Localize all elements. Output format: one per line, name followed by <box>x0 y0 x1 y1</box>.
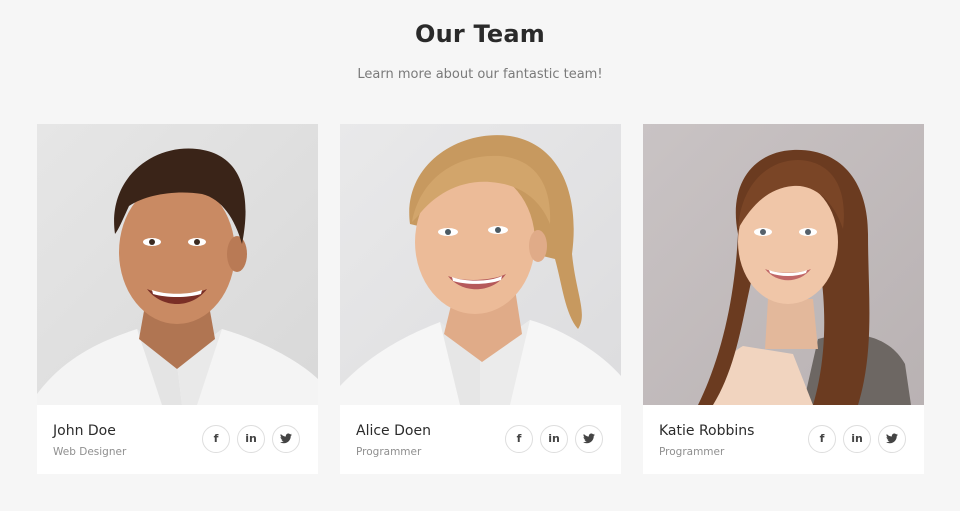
team-grid: John Doe Web Designer f in Alice Doen Pr… <box>37 124 924 474</box>
twitter-button[interactable] <box>878 425 906 453</box>
social-links: f in <box>808 425 908 455</box>
twitter-icon <box>879 426 905 452</box>
member-name: Alice Doen <box>356 423 431 439</box>
team-card-john-doe: John Doe Web Designer f in <box>37 124 318 474</box>
member-role: Web Designer <box>53 446 127 458</box>
facebook-button[interactable]: f <box>505 425 533 453</box>
team-card-katie-robbins: Katie Robbins Programmer f in <box>643 124 924 474</box>
member-role: Programmer <box>356 446 422 458</box>
member-photo <box>340 124 621 405</box>
linkedin-button[interactable]: in <box>237 425 265 453</box>
twitter-icon <box>273 426 299 452</box>
twitter-button[interactable] <box>575 425 603 453</box>
member-photo <box>37 124 318 405</box>
section-title: Our Team <box>415 20 545 48</box>
facebook-button[interactable]: f <box>202 425 230 453</box>
linkedin-icon: in <box>851 432 863 445</box>
linkedin-icon: in <box>548 432 560 445</box>
member-name: John Doe <box>53 423 116 439</box>
linkedin-icon: in <box>245 432 257 445</box>
member-photo <box>643 124 924 405</box>
twitter-button[interactable] <box>272 425 300 453</box>
linkedin-button[interactable]: in <box>540 425 568 453</box>
social-links: f in <box>202 425 302 455</box>
facebook-icon: f <box>516 432 522 445</box>
twitter-icon <box>576 426 602 452</box>
facebook-button[interactable]: f <box>808 425 836 453</box>
facebook-icon: f <box>819 432 825 445</box>
linkedin-button[interactable]: in <box>843 425 871 453</box>
member-name: Katie Robbins <box>659 423 755 439</box>
section-subtitle: Learn more about our fantastic team! <box>357 67 603 82</box>
member-role: Programmer <box>659 446 725 458</box>
facebook-icon: f <box>213 432 219 445</box>
team-section: Our Team Learn more about our fantastic … <box>0 0 960 511</box>
social-links: f in <box>505 425 605 455</box>
team-card-alice-doen: Alice Doen Programmer f in <box>340 124 621 474</box>
